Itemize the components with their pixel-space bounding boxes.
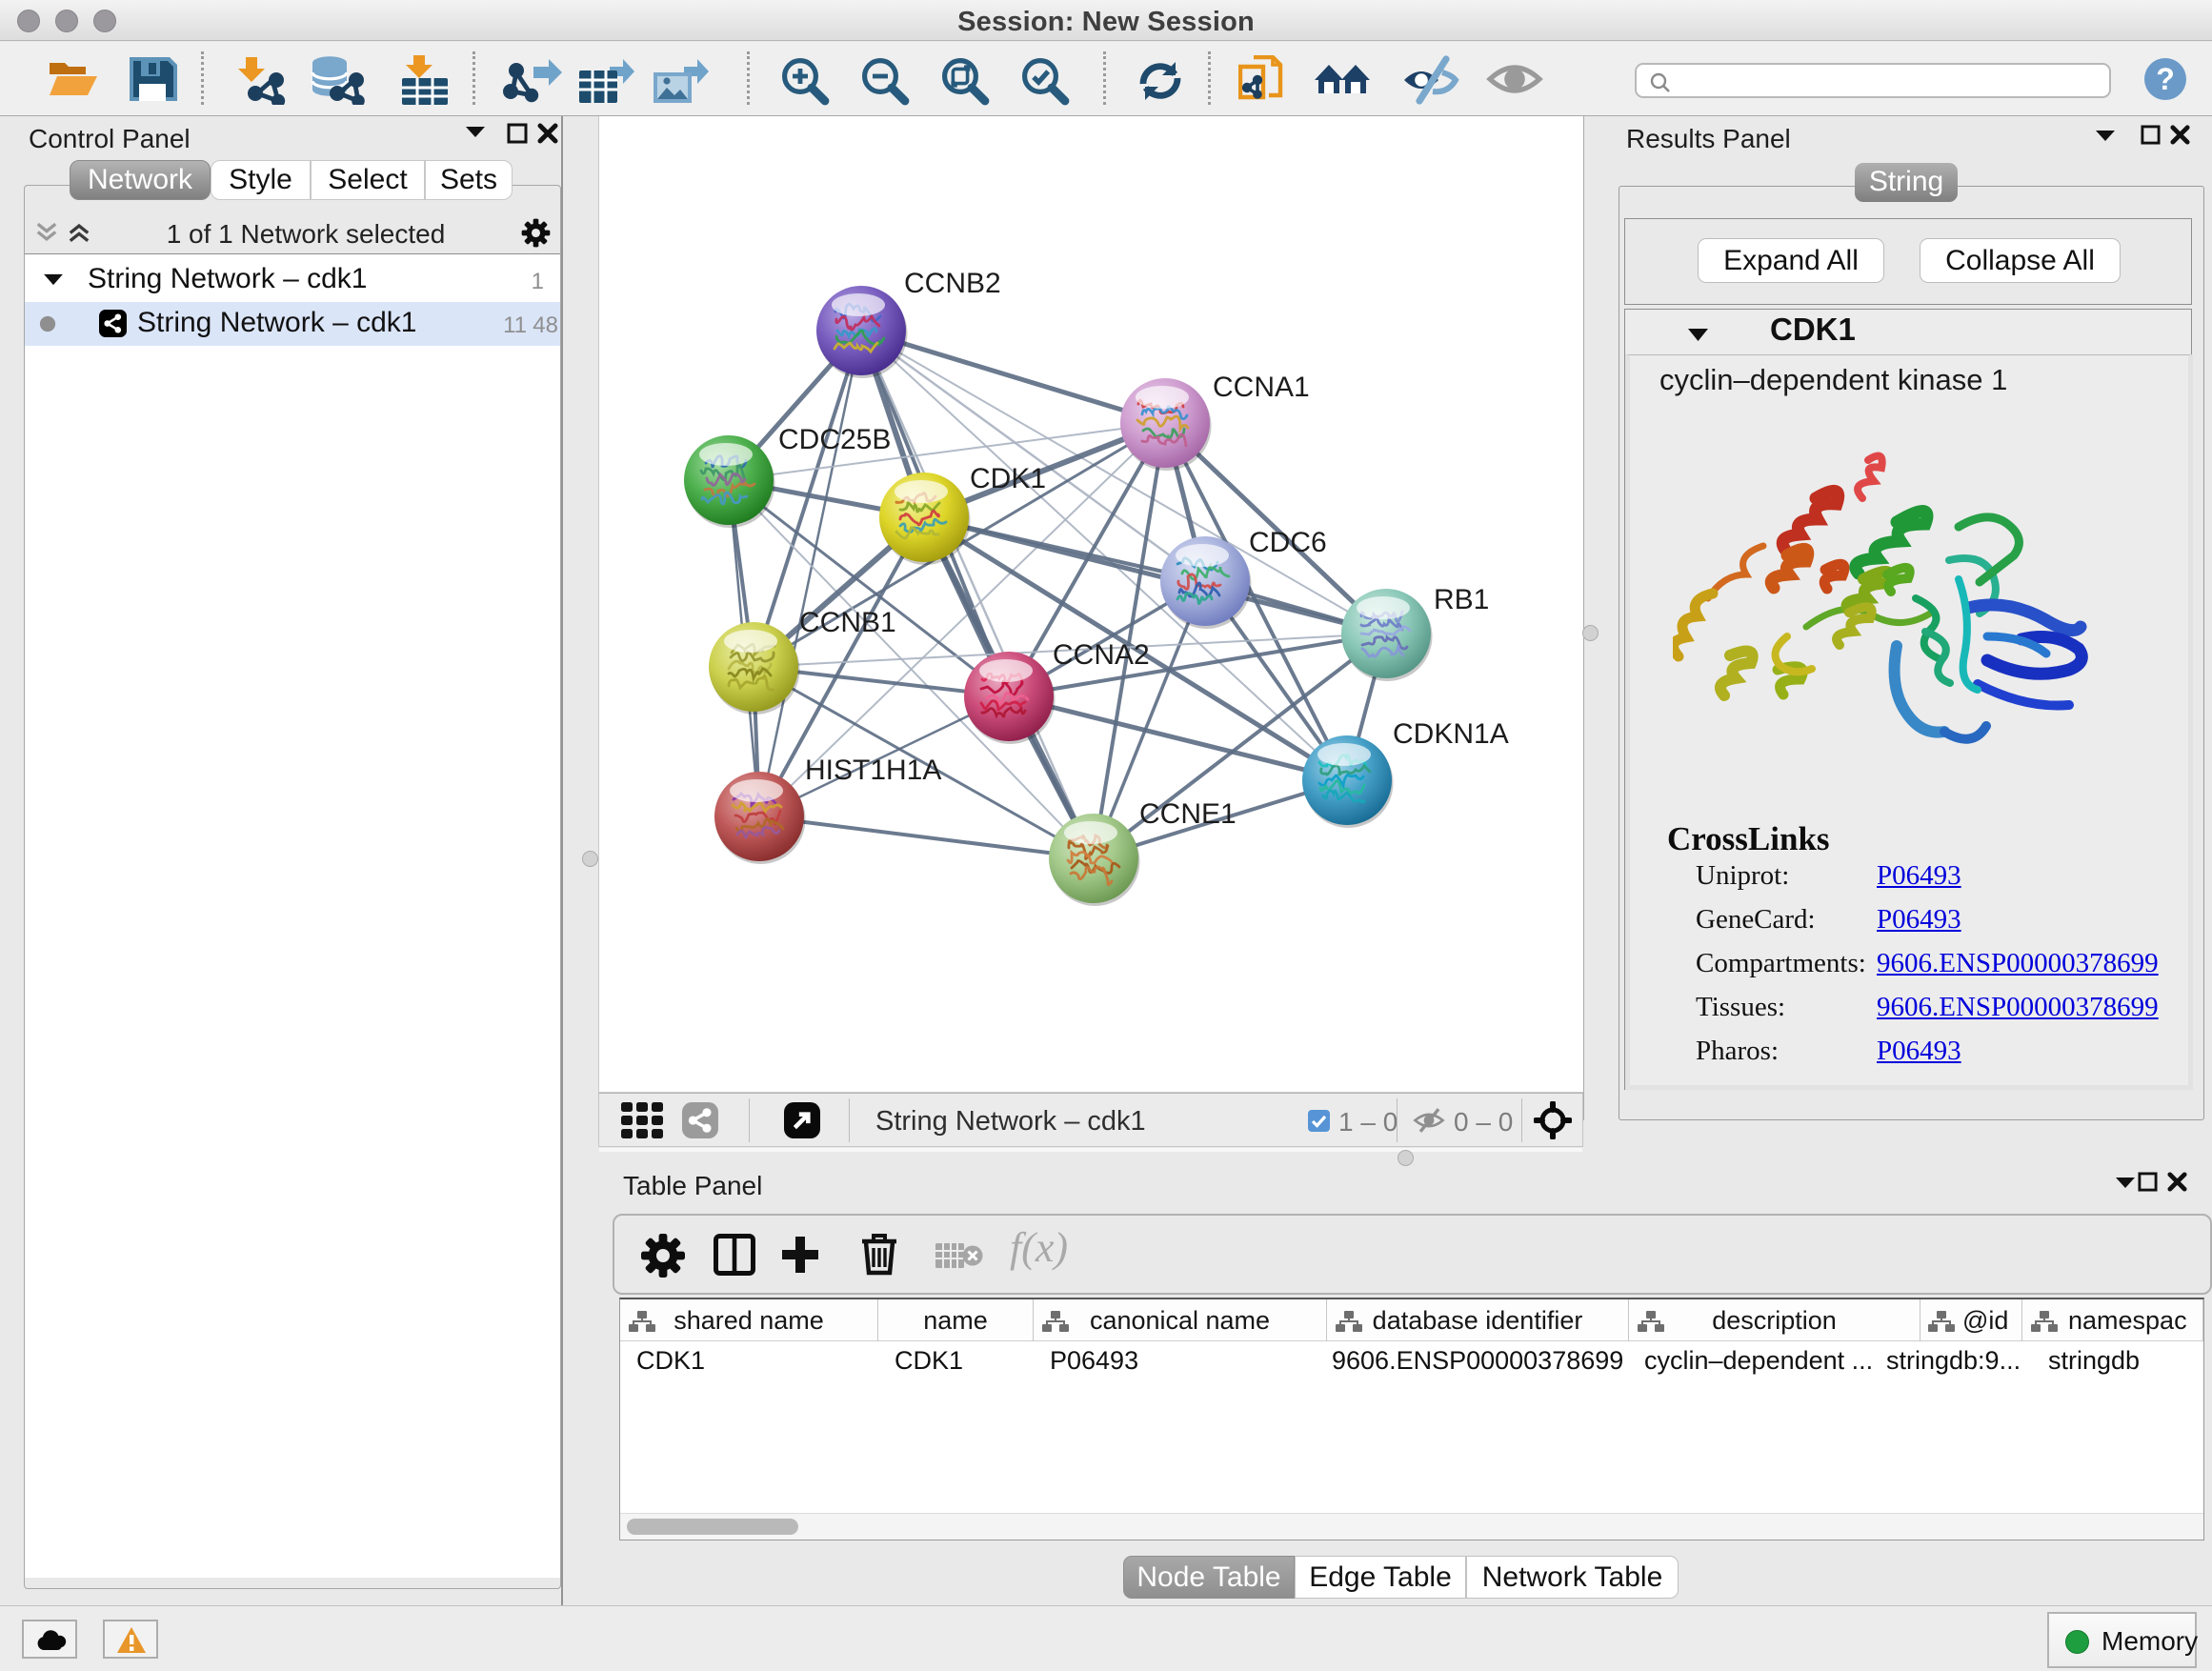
svg-text:CCNE1: CCNE1 — [1139, 798, 1237, 830]
svg-text:CDC6: CDC6 — [1249, 527, 1327, 558]
svg-text:CDC25B: CDC25B — [778, 424, 891, 455]
svg-text:CDKN1A: CDKN1A — [1393, 718, 1509, 750]
svg-text:CCNB1: CCNB1 — [799, 607, 896, 638]
svg-text:CCNB2: CCNB2 — [904, 268, 1001, 299]
svg-text:RB1: RB1 — [1434, 584, 1489, 615]
svg-text:CDK1: CDK1 — [970, 463, 1046, 494]
svg-text:CCNA2: CCNA2 — [1053, 639, 1150, 671]
svg-text:?: ? — [2156, 62, 2175, 96]
svg-text:HIST1H1A: HIST1H1A — [805, 755, 941, 786]
svg-text:CCNA1: CCNA1 — [1213, 372, 1310, 403]
